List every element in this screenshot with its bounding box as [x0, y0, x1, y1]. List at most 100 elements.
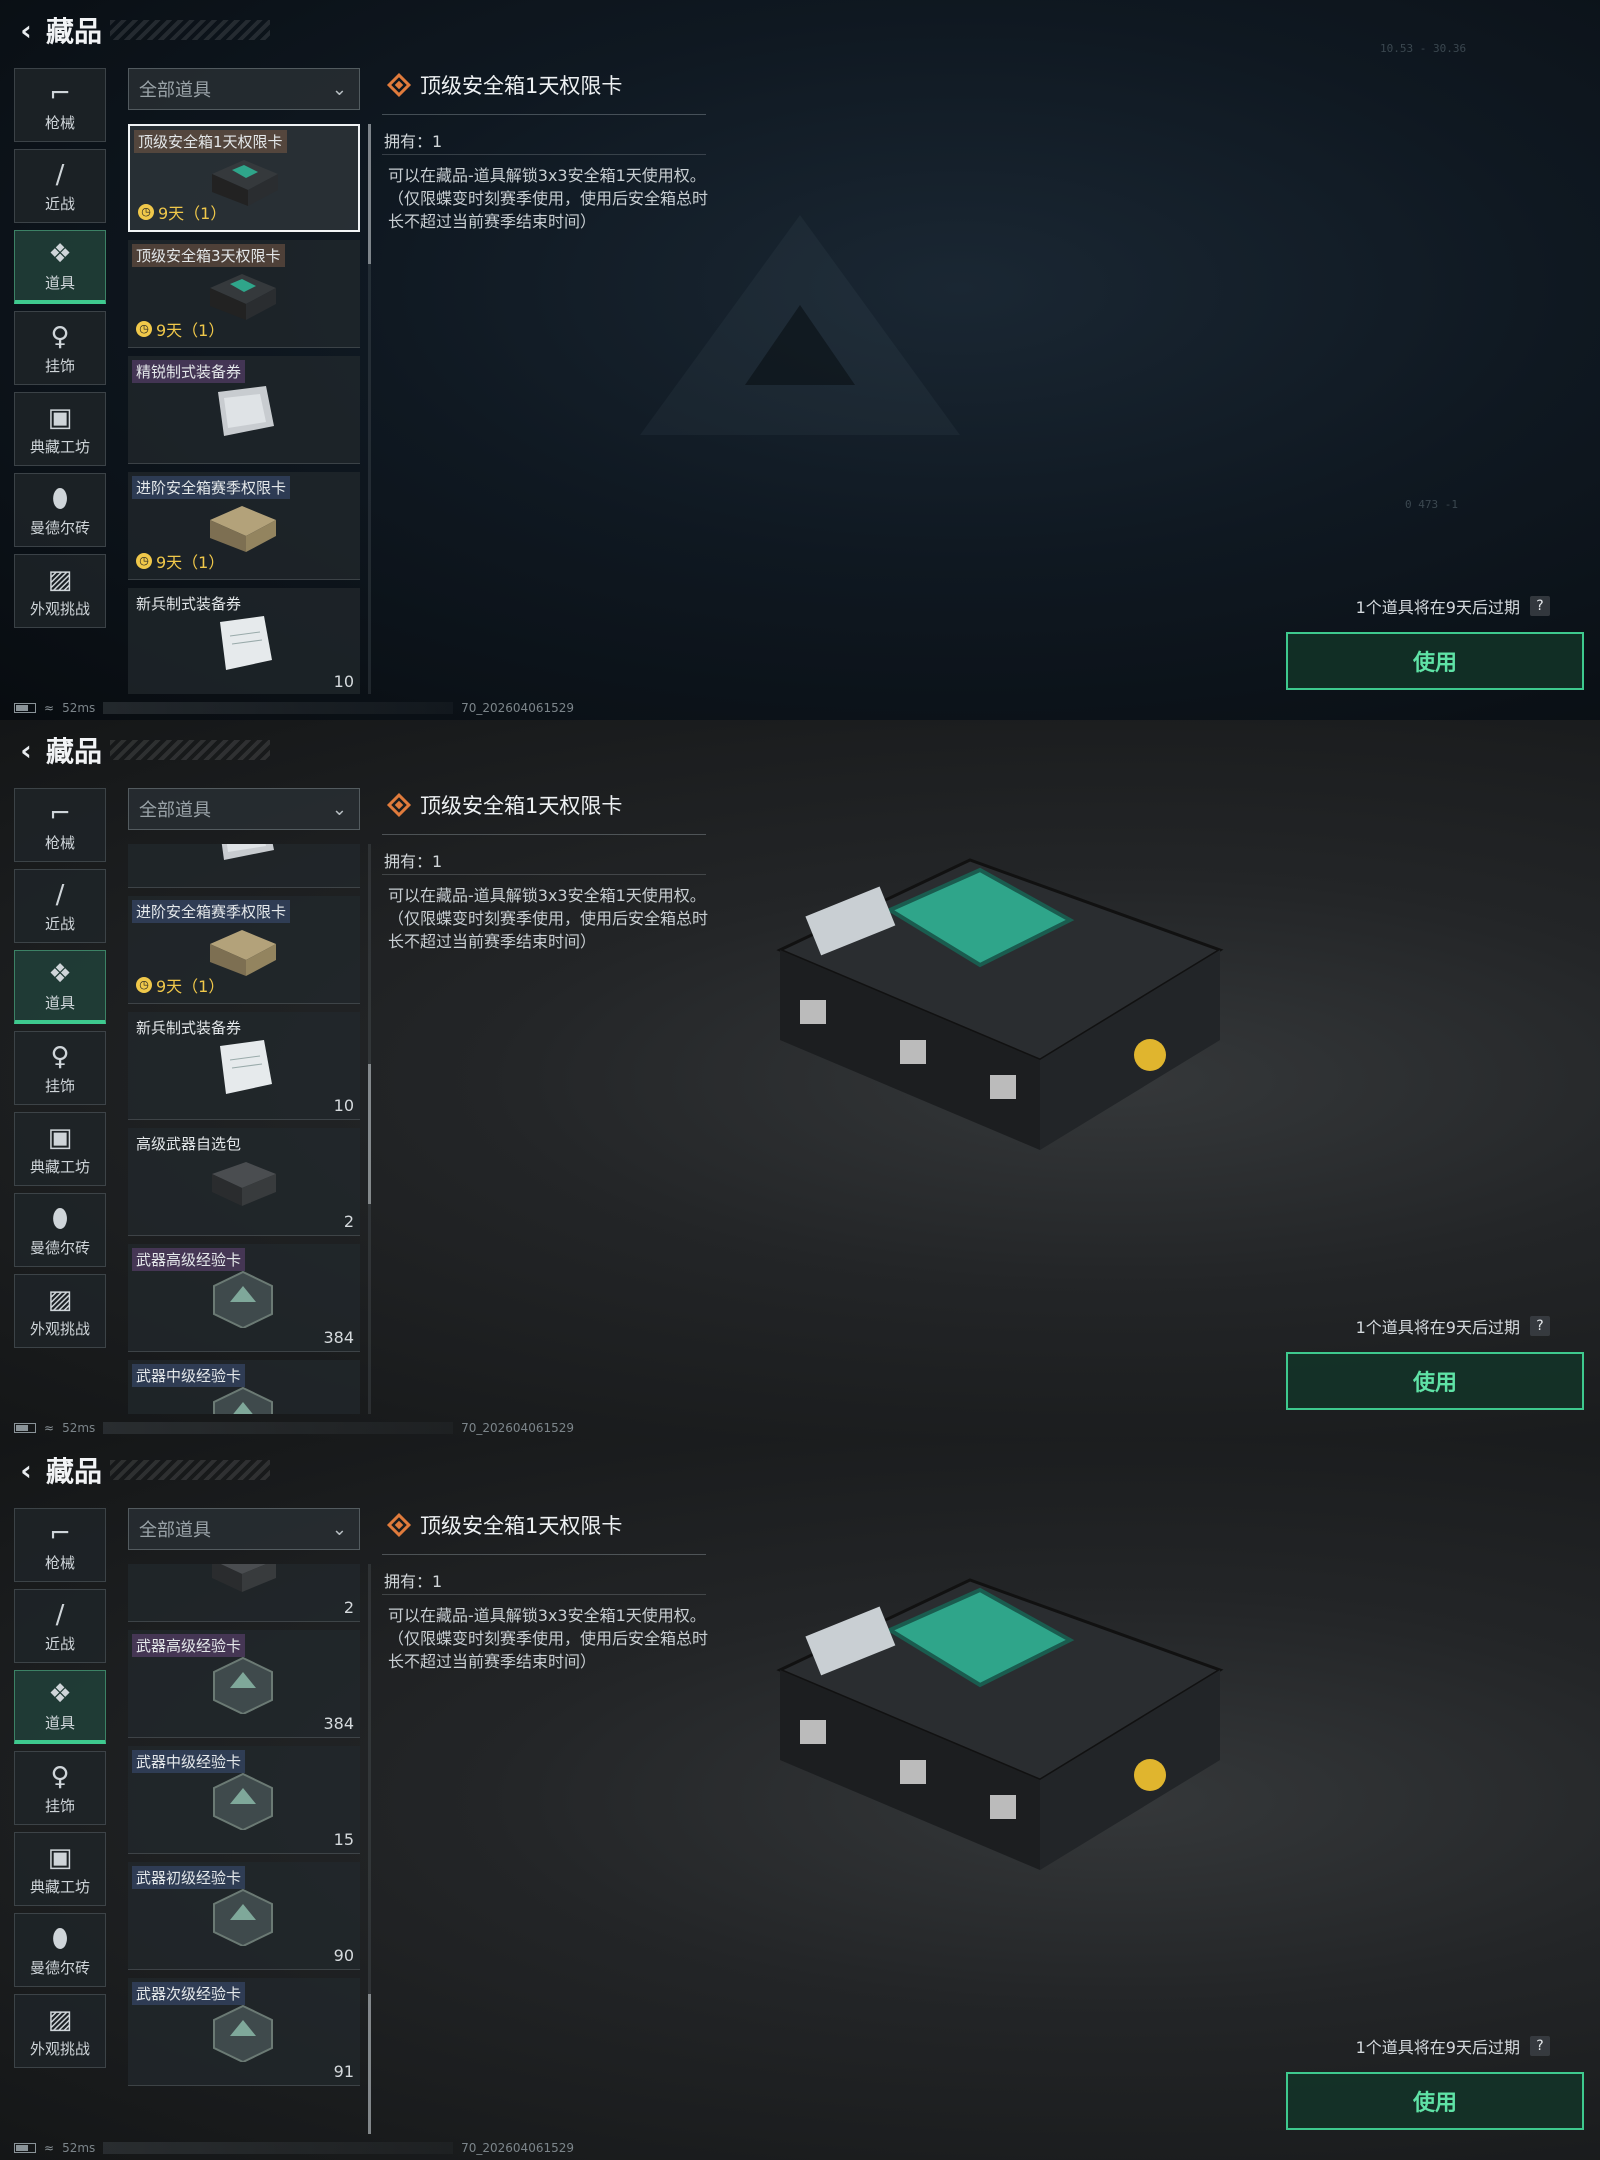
item-thumbnail: [206, 1888, 280, 1948]
list-item[interactable]: 武器中级经验卡: [128, 1360, 360, 1414]
sidebar-item-4[interactable]: ▣ 典藏工坊: [14, 392, 106, 466]
item-list[interactable]: 进阶安全箱赛季权限卡 ◷ 9天（1） 新兵制式装备券 10 高级武器自选包 2 武器高级经验卡…: [128, 844, 360, 1414]
list-item[interactable]: 武器次级经验卡 91: [128, 1978, 360, 2086]
sidebar-item-6[interactable]: ▨ 外观挑战: [14, 1994, 106, 2068]
back-arrow-icon[interactable]: ‹: [12, 1454, 40, 1487]
charm-icon: ♀: [50, 1041, 70, 1072]
list-item[interactable]: [128, 844, 360, 888]
sidebar-item-label: 曼德尔砖: [29, 518, 90, 537]
list-item[interactable]: 新兵制式装备券 10: [128, 1012, 360, 1120]
sidebar-item-0[interactable]: ⌐ 枪械: [14, 788, 106, 862]
sidebar-item-4[interactable]: ▣ 典藏工坊: [14, 1832, 106, 1906]
sidebar-item-2[interactable]: ❖ 道具: [14, 1670, 106, 1744]
sidebar-item-label: 典藏工坊: [29, 1157, 90, 1176]
scrollbar-thumb[interactable]: [368, 1064, 371, 1204]
ping-value: 52ms: [62, 701, 96, 715]
filter-value: 全部道具: [139, 800, 211, 821]
list-item[interactable]: 顶级安全箱1天权限卡 ◷ 9天（1）: [128, 124, 360, 232]
sidebar-item-3[interactable]: ♀ 挂饰: [14, 1751, 106, 1825]
category-sidebar: ⌐ 枪械 ∕ 近战 ❖ 道具 ♀ 挂饰 ▣ 典藏工坊 ⬮ 曼德尔砖 ▨ 外观挑战: [14, 1508, 106, 2075]
help-icon[interactable]: ?: [1530, 2036, 1550, 2056]
item-count: 2: [343, 1212, 354, 1231]
item-filter-dropdown[interactable]: 全部道具 ⌄: [128, 1508, 360, 1550]
sidebar-item-1[interactable]: ∕ 近战: [14, 869, 106, 943]
sidebar-item-label: 枪械: [44, 1553, 75, 1572]
back-arrow-icon[interactable]: ‹: [12, 14, 40, 47]
use-button[interactable]: 使用: [1286, 2072, 1584, 2130]
diamond-icon: [386, 72, 412, 98]
sidebar-item-2[interactable]: ❖ 道具: [14, 950, 106, 1024]
scrollbar-thumb[interactable]: [368, 124, 371, 264]
list-item[interactable]: 进阶安全箱赛季权限卡 ◷ 9天（1）: [128, 896, 360, 1004]
sidebar-item-label: 道具: [44, 1714, 75, 1732]
hud-coords: 0 473 -1: [1405, 498, 1458, 511]
list-item[interactable]: 武器初级经验卡 90: [128, 1862, 360, 1970]
item-count: 90: [333, 1946, 354, 1965]
list-item[interactable]: 精锐制式装备券: [128, 356, 360, 464]
sidebar-item-2[interactable]: ❖ 道具: [14, 230, 106, 304]
sidebar-item-6[interactable]: ▨ 外观挑战: [14, 1274, 106, 1348]
sidebar-item-5[interactable]: ⬮ 曼德尔砖: [14, 1193, 106, 1267]
item-filter-dropdown[interactable]: 全部道具 ⌄: [128, 788, 360, 830]
category-sidebar: ⌐ 枪械 ∕ 近战 ❖ 道具 ♀ 挂饰 ▣ 典藏工坊 ⬮ 曼德尔砖 ▨ 外观挑战: [14, 788, 106, 1355]
detail-title: 顶级安全箱1天权限卡: [420, 794, 623, 818]
use-button[interactable]: 使用: [1286, 1352, 1584, 1410]
page-title: 藏品: [46, 735, 103, 768]
sidebar-item-1[interactable]: ∕ 近战: [14, 149, 106, 223]
chevron-down-icon: ⌄: [331, 78, 347, 100]
sidebar-item-3[interactable]: ♀ 挂饰: [14, 1031, 106, 1105]
help-icon[interactable]: ?: [1530, 1316, 1550, 1336]
list-scrollbar[interactable]: [368, 124, 371, 694]
clock-icon: ◷: [136, 553, 152, 569]
sidebar-item-0[interactable]: ⌐ 枪械: [14, 1508, 106, 1582]
sidebar-item-label: 典藏工坊: [29, 1877, 90, 1896]
sidebar-item-1[interactable]: ∕ 近战: [14, 1589, 106, 1663]
list-item[interactable]: 顶级安全箱3天权限卡 ◷ 9天（1）: [128, 240, 360, 348]
owned-count: 拥有：1: [384, 852, 443, 871]
sidebar-item-5[interactable]: ⬮ 曼德尔砖: [14, 1913, 106, 1987]
list-item[interactable]: 武器中级经验卡 15: [128, 1746, 360, 1854]
help-icon[interactable]: ?: [1530, 596, 1550, 616]
use-button[interactable]: 使用: [1286, 632, 1584, 690]
status-bar: ≈ 52ms 70_202604061529: [14, 1420, 574, 1436]
item-name: 进阶安全箱赛季权限卡: [132, 900, 291, 923]
list-item[interactable]: 高级武器自选包 2: [128, 1128, 360, 1236]
list-scrollbar[interactable]: [368, 844, 371, 1414]
title-stripe-decoration: [110, 20, 271, 40]
list-item[interactable]: 2: [128, 1564, 360, 1622]
gun-icon: ⌐: [49, 78, 71, 109]
item-thumbnail: [206, 1772, 280, 1832]
detail-title: 顶级安全箱1天权限卡: [420, 74, 623, 98]
item-thumbnail: [206, 382, 280, 440]
sidebar-item-label: 曼德尔砖: [29, 1958, 90, 1977]
list-item[interactable]: 进阶安全箱赛季权限卡 ◷ 9天（1）: [128, 472, 360, 580]
diamond-icon: [386, 792, 412, 818]
expire-notice-text: 1个道具将在9天后过期: [1355, 598, 1520, 617]
knife-icon: ∕: [55, 1599, 65, 1630]
item-name: 高级武器自选包: [136, 1135, 242, 1153]
build-id: 70_202604061529: [461, 2141, 574, 2155]
list-item[interactable]: 新兵制式装备券 10: [128, 588, 360, 694]
scrollbar-thumb[interactable]: [368, 1994, 371, 2134]
item-list[interactable]: 顶级安全箱1天权限卡 ◷ 9天（1） 顶级安全箱3天权限卡 ◷ 9天（1） 精锐制式装备券进…: [128, 124, 360, 694]
chevron-down-icon: ⌄: [331, 798, 347, 820]
list-item[interactable]: 武器高级经验卡 384: [128, 1630, 360, 1738]
cubes-icon: ❖: [48, 959, 72, 989]
knife-icon: ∕: [55, 159, 65, 190]
item-name: 武器初级经验卡: [132, 1866, 246, 1889]
back-arrow-icon[interactable]: ‹: [12, 734, 40, 767]
item-count: 384: [323, 1714, 354, 1733]
divider: [382, 1554, 706, 1555]
charm-icon: ♀: [50, 1761, 70, 1792]
sidebar-item-3[interactable]: ♀ 挂饰: [14, 311, 106, 385]
list-item[interactable]: 武器高级经验卡 384: [128, 1244, 360, 1352]
detail-description: 可以在藏品-道具解锁3x3安全箱1天使用权。（仅限蝶变时刻赛季使用，使用后安全箱…: [388, 166, 709, 231]
item-filter-dropdown[interactable]: 全部道具 ⌄: [128, 68, 360, 110]
list-scrollbar[interactable]: [368, 1564, 371, 2134]
sidebar-item-0[interactable]: ⌐ 枪械: [14, 68, 106, 142]
sidebar-item-6[interactable]: ▨ 外观挑战: [14, 554, 106, 628]
sidebar-item-4[interactable]: ▣ 典藏工坊: [14, 1112, 106, 1186]
sidebar-item-5[interactable]: ⬮ 曼德尔砖: [14, 473, 106, 547]
item-name: 武器高级经验卡: [132, 1634, 246, 1657]
item-list[interactable]: 2 武器高级经验卡 384 武器中级经验卡 15 武器初级经验卡 90 武器次级经验卡 91: [128, 1564, 360, 2134]
